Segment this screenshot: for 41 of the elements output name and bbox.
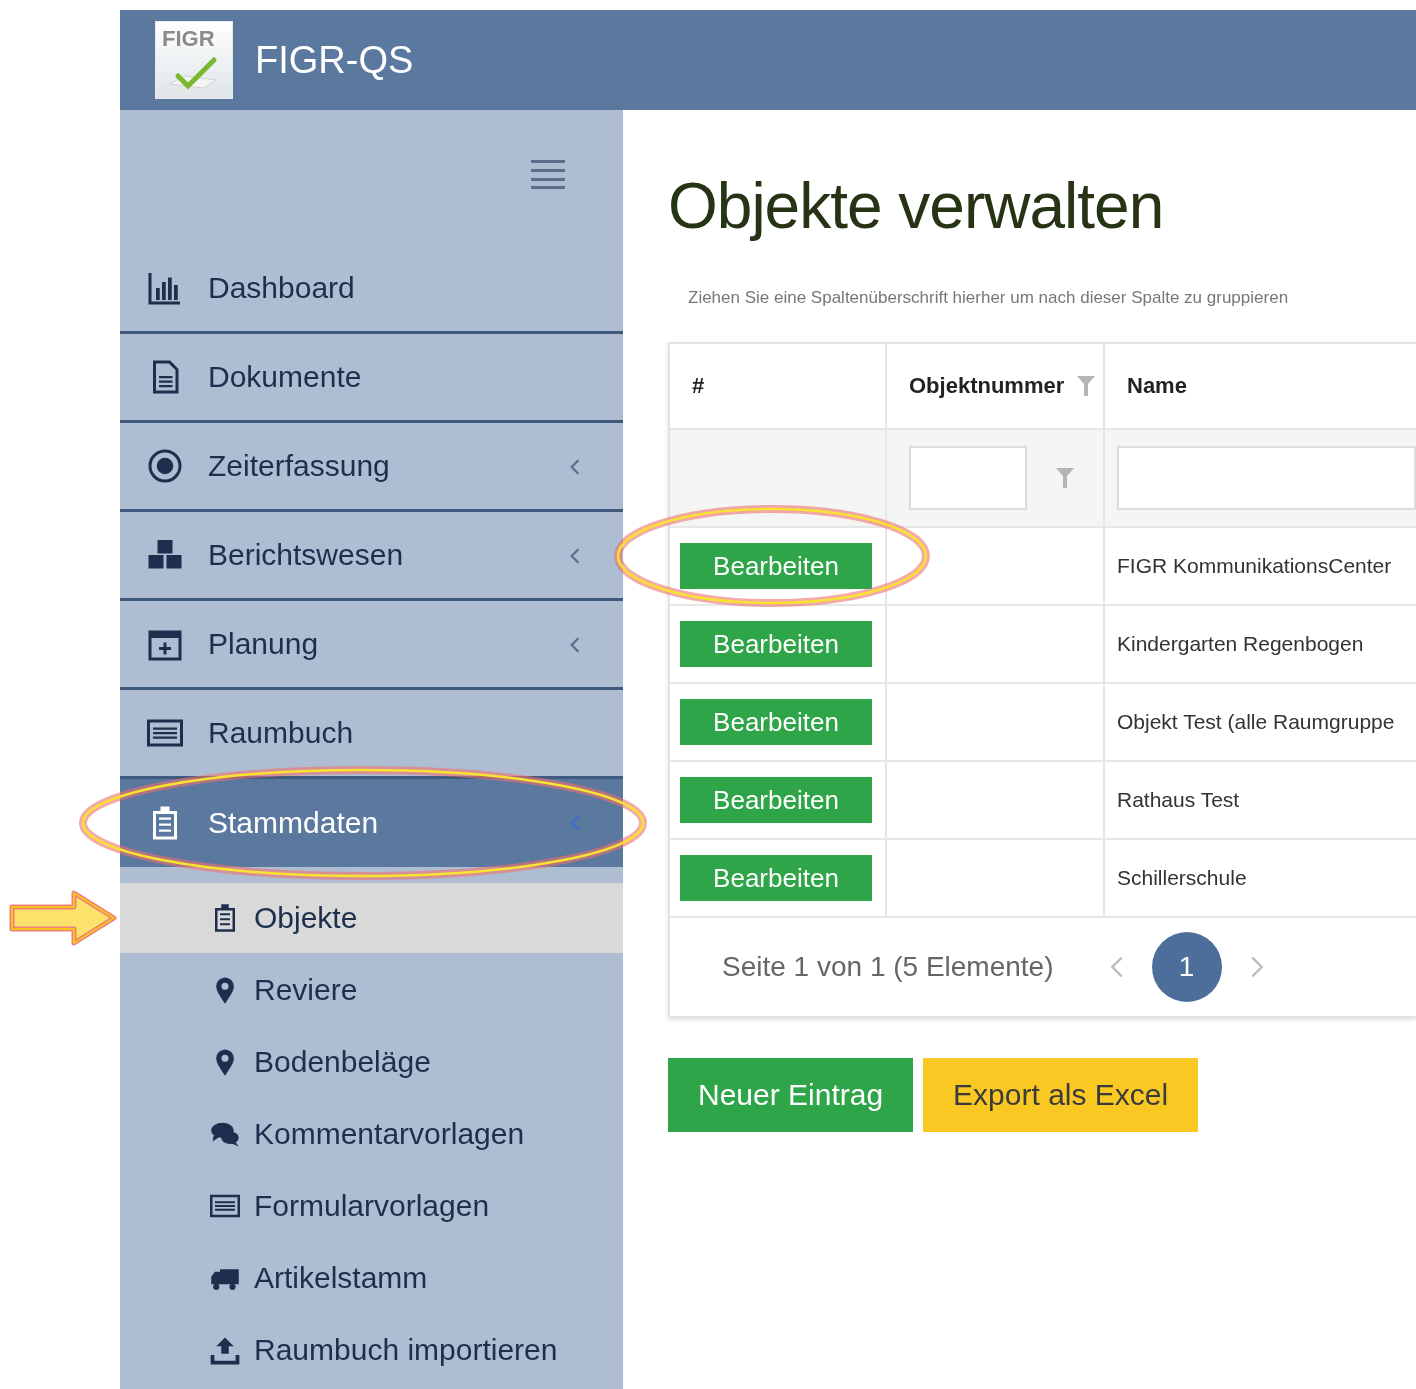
table-cell: Objekt Test (alle Raumgruppe — [1117, 710, 1395, 734]
filter-field[interactable] — [1117, 446, 1416, 510]
submenu-item[interactable]: Artikelstamm — [120, 1243, 623, 1313]
submenu-item[interactable]: Objekte — [120, 883, 623, 953]
sidebar-item[interactable]: Dashboard — [120, 245, 623, 334]
table-cell: Kindergarten Regenbogen — [1117, 632, 1364, 656]
submenu-item[interactable]: Reviere — [120, 955, 623, 1025]
submenu-item[interactable]: Raumbuch importieren — [120, 1315, 623, 1385]
submenu-item[interactable]: Bodenbeläge — [120, 1027, 623, 1097]
sidebar-item[interactable]: Planung — [120, 601, 623, 690]
column-header[interactable]: # — [670, 344, 887, 428]
page-title: Objekte verwalten — [668, 169, 1165, 244]
chevron-left-icon — [569, 636, 581, 654]
page-button[interactable]: 1 — [1151, 932, 1222, 1002]
app-logo: FIGR — [155, 21, 233, 99]
target-icon — [146, 448, 184, 484]
column-header[interactable]: Name — [1105, 344, 1416, 428]
chevron-left-icon — [569, 814, 581, 832]
table-cell: Rathaus Test — [1117, 788, 1240, 812]
group-panel-hint: Ziehen Sie eine Spaltenüberschrift hierher um nach dieser Spalte zu gruppieren — [687, 288, 1290, 308]
menu-icon[interactable] — [531, 157, 565, 190]
sidebar-item[interactable]: Stammdaten — [120, 779, 623, 867]
chevron-left-icon[interactable] — [1109, 955, 1124, 979]
chevron-left-icon — [569, 458, 581, 476]
sidebar-item[interactable]: Dokumente — [120, 334, 623, 423]
sidebar-item[interactable]: Zeiterfassung — [120, 423, 623, 512]
filter-field[interactable] — [909, 446, 1027, 510]
column-header[interactable]: Objektnummer — [887, 344, 1105, 428]
export-button[interactable]: Export als Excel — [923, 1058, 1199, 1132]
chevron-right-icon[interactable] — [1249, 955, 1264, 979]
pager-summary: Seite 1 von 1 (5 Elemente) — [722, 951, 1054, 983]
app-title: FIGR-QS — [255, 38, 414, 82]
sidebar-item[interactable]: Berichtswesen — [120, 512, 623, 601]
submenu-item[interactable]: Formularvorlagen — [120, 1171, 623, 1241]
table-cell: FIGR KommunikationsCenter — [1117, 554, 1392, 578]
filter-icon[interactable] — [1076, 374, 1097, 398]
upload-icon — [210, 1335, 240, 1365]
table-cell: Schillerschule — [1117, 866, 1247, 890]
filter-icon[interactable] — [1055, 466, 1075, 490]
submenu-item[interactable]: Kommentarvorlagen — [120, 1099, 623, 1169]
chevron-left-icon — [569, 547, 581, 565]
